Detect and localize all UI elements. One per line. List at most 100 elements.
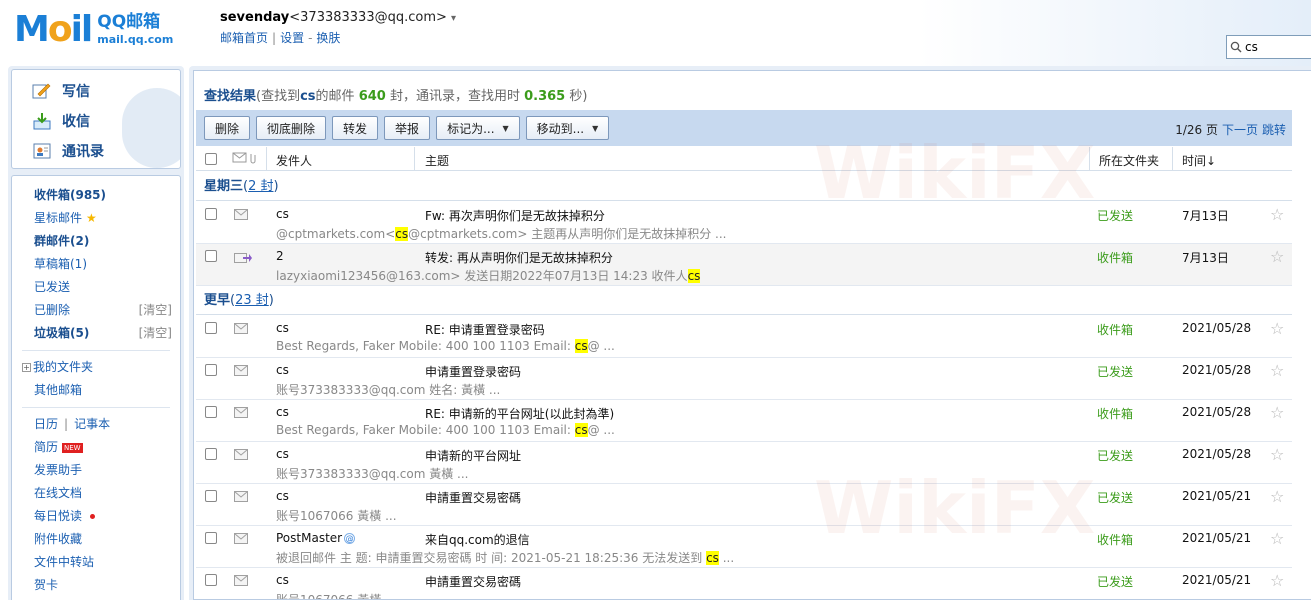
sidebar-item-invoice[interactable]: 发票助手 <box>12 459 180 482</box>
sidebar-item-daily-read[interactable]: 每日悦读 <box>12 505 180 528</box>
sidebar-item-deleted[interactable]: 已删除 [清空] <box>12 299 180 322</box>
row-date: 2021/05/21 <box>1182 573 1252 587</box>
next-page-link[interactable]: 下一页 <box>1222 123 1258 137</box>
row-digest: 账号373383333@qq.com 黃橫 ... <box>276 467 469 481</box>
table-row[interactable]: cs 申请新的平台网址 账号373383333@qq.com 黃橫 ... 已发送 20… <box>196 442 1292 484</box>
table-row[interactable]: cs Fw: 再次声明你们是无故抹掉积分 @cptmarkets.com<cs@cp… <box>196 202 1292 244</box>
mark-as-dropdown[interactable]: 标记为... ▼ <box>436 116 520 140</box>
skin-link[interactable]: 换肤 <box>316 31 340 45</box>
pager: 1/26 页下一页 跳转 <box>1175 121 1286 138</box>
star-icon[interactable]: ☆ <box>1270 361 1284 380</box>
group-count-link[interactable]: 23 封 <box>235 293 269 308</box>
read-mail-icon <box>234 491 248 505</box>
account-dropdown-icon[interactable]: ▾ <box>451 13 456 24</box>
purge-button[interactable]: 彻底删除 <box>256 116 327 140</box>
search-result-title: 查找结果(查找到cs的邮件 640 封，通讯录，查找用时 0.365 秒) <box>204 89 588 104</box>
row-digest: 账号1067066 黃橫 ... <box>276 593 397 600</box>
sidebar-item-junk[interactable]: 垃圾箱(5) [清空] <box>12 322 180 345</box>
table-row[interactable]: 2 转发: 再从声明你们是无故抹掉积分 lazyxiaomi123456@163.c… <box>196 244 1292 286</box>
calendar-link[interactable]: 日历 <box>34 417 58 431</box>
col-folder[interactable]: 所在文件夹 <box>1099 152 1159 169</box>
sidebar-item-docs[interactable]: 在线文档 <box>12 482 180 505</box>
read-mail-icon <box>234 575 248 589</box>
compose-button[interactable]: 写信 <box>12 76 180 106</box>
row-checkbox[interactable] <box>205 448 217 460</box>
row-checkbox[interactable] <box>205 322 217 334</box>
star-icon[interactable]: ☆ <box>1270 445 1284 464</box>
forward-button[interactable]: 转发 <box>332 116 379 140</box>
col-sender[interactable]: 发件人 <box>276 152 312 169</box>
search-icon[interactable] <box>1227 41 1245 53</box>
table-row[interactable]: cs RE: 申请新的平台网址(以此封為準) Best Regards, Faker… <box>196 400 1292 442</box>
row-sender: cs <box>276 573 289 587</box>
row-subject: 申请重置登录密码 <box>425 365 522 379</box>
row-checkbox[interactable] <box>205 490 217 502</box>
sidebar-item-sent[interactable]: 已发送 <box>12 276 180 299</box>
move-to-dropdown[interactable]: 移动到... ▼ <box>525 116 610 140</box>
row-checkbox[interactable] <box>205 532 217 544</box>
receive-button[interactable]: 收信 <box>12 106 180 136</box>
search-box[interactable] <box>1226 35 1311 59</box>
sidebar-item-cards[interactable]: 贺卡 <box>12 574 180 597</box>
mail-home-link[interactable]: 邮箱首页 <box>220 31 268 45</box>
sidebar-item-attachments[interactable]: 附件收藏 <box>12 528 180 551</box>
delete-button[interactable]: 删除 <box>204 116 251 140</box>
qqmail-logo[interactable]: Moil QQ邮箱 mail.qq.com <box>14 12 173 48</box>
star-icon[interactable]: ☆ <box>1270 247 1284 266</box>
empty-deleted-link[interactable]: [清空] <box>139 299 172 322</box>
table-row[interactable]: cs 申請重置交易密碼 账号1067066 黃橫 ... 已发送 2021/05/21 ☆ <box>196 568 1292 600</box>
receive-icon <box>30 111 54 131</box>
keyword-highlight: cs <box>574 339 588 353</box>
select-all-checkbox[interactable] <box>205 153 217 165</box>
col-time[interactable]: 时间↓ <box>1182 152 1216 169</box>
sidebar-item-resume[interactable]: 简历 NEW <box>12 436 180 459</box>
star-icon[interactable]: ☆ <box>1270 529 1284 548</box>
jump-link[interactable]: 跳转 <box>1262 123 1286 137</box>
row-sender: 2 <box>276 249 284 263</box>
user-info: sevenday<373383333@qq.com> ▾ 邮箱首页 | 设置 - 换肤 <box>220 10 457 45</box>
row-checkbox[interactable] <box>205 250 217 262</box>
empty-junk-link[interactable]: [清空] <box>139 322 172 345</box>
table-row[interactable]: PostMaster @ 来自qq.com的退信 被退回邮件 主 题: 申請重置交易密… <box>196 526 1292 568</box>
col-subject[interactable]: 主题 <box>425 152 449 169</box>
sidebar-item-my-folders[interactable]: + 我的文件夹 <box>12 356 180 379</box>
star-icon[interactable]: ☆ <box>1270 403 1284 422</box>
row-sender: cs <box>276 447 289 461</box>
row-subject: RE: 申请新的平台网址(以此封為準) <box>425 407 615 421</box>
group-count-link[interactable]: 2 封 <box>248 179 273 194</box>
table-row[interactable]: cs 申請重置交易密碼 账号1067066 黃橫 ... 已发送 2021/05/21 ☆ <box>196 484 1292 526</box>
sidebar-item-inbox[interactable]: 收件箱(985) <box>12 184 180 207</box>
row-digest: Best Regards, Faker Mobile: 400 100 1103… <box>276 423 615 437</box>
quick-actions: 写信 收信 通讯录 <box>11 69 181 169</box>
row-checkbox[interactable] <box>205 364 217 376</box>
result-panel: 查找结果(查找到cs的邮件 640 封，通讯录，查找用时 0.365 秒) 删除… <box>193 70 1311 600</box>
star-icon[interactable]: ☆ <box>1270 571 1284 590</box>
sidebar-item-file-transfer[interactable]: 文件中转站 <box>12 551 180 574</box>
read-mail-icon <box>234 323 248 337</box>
logo-product: QQ邮箱 <box>97 12 161 32</box>
star-icon: ★ <box>86 211 97 225</box>
row-checkbox[interactable] <box>205 574 217 586</box>
contacts-button[interactable]: 通讯录 <box>12 136 180 166</box>
star-icon[interactable]: ☆ <box>1270 487 1284 506</box>
sidebar-item-starred[interactable]: 星标邮件 ★ <box>12 207 180 230</box>
star-icon[interactable]: ☆ <box>1270 205 1284 224</box>
page-indicator: 1/26 页 <box>1175 123 1218 137</box>
sidebar-item-group-mail[interactable]: 群邮件(2) <box>12 230 180 253</box>
table-row[interactable]: cs RE: 申请重置登录密码 Best Regards, Faker Mobile… <box>196 316 1292 358</box>
logo-wordmark: Moil <box>14 9 93 50</box>
sidebar-item-other-mail[interactable]: 其他邮箱 <box>12 379 180 402</box>
settings-link[interactable]: 设置 <box>280 31 304 45</box>
table-row[interactable]: cs 申请重置登录密码 账号373383333@qq.com 姓名: 黃橫 ... 已… <box>196 358 1292 400</box>
row-checkbox[interactable] <box>205 208 217 220</box>
expand-icon[interactable]: + <box>22 363 31 372</box>
search-input[interactable] <box>1245 40 1305 54</box>
row-checkbox[interactable] <box>205 406 217 418</box>
star-icon[interactable]: ☆ <box>1270 319 1284 338</box>
header: Moil QQ邮箱 mail.qq.com sevenday<373383333… <box>0 0 1311 66</box>
keyword-highlight: cs <box>706 551 719 565</box>
sidebar-item-drafts[interactable]: 草稿箱(1) <box>12 253 180 276</box>
report-button[interactable]: 举报 <box>384 116 431 140</box>
row-date: 2021/05/28 <box>1182 447 1252 461</box>
notes-link[interactable]: 记事本 <box>74 417 110 431</box>
